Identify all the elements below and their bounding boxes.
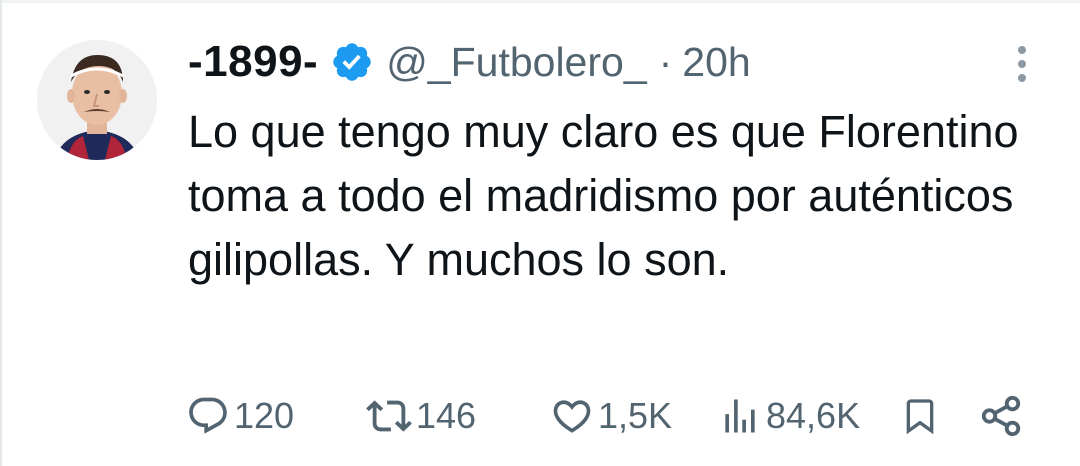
views-button[interactable]: 84,6K xyxy=(718,388,860,444)
separator-dot: · xyxy=(658,38,673,85)
retweet-count: 146 xyxy=(416,395,477,436)
user-handle[interactable]: @_Futbolero_ xyxy=(386,39,646,86)
share-icon xyxy=(981,395,1021,437)
reply-icon xyxy=(189,397,227,434)
tweet-text: Lo que tengo muy claro es que Florentino… xyxy=(188,106,1019,285)
like-count: 1,5K xyxy=(598,395,673,436)
like-button[interactable]: 1,5K xyxy=(550,388,672,444)
reply-count: 120 xyxy=(234,395,295,436)
views-chart-icon xyxy=(725,399,755,433)
bookmark-icon xyxy=(906,399,934,435)
bookmark-button[interactable] xyxy=(900,388,940,444)
action-bar: 120 146 1,5K 84,6K xyxy=(0,388,1080,444)
top-divider xyxy=(0,0,1080,3)
heart-icon xyxy=(553,400,591,433)
retweet-button[interactable]: 146 xyxy=(366,388,476,444)
tweet-header: -1899- @_Futbolero_ · 20h xyxy=(188,32,751,92)
retweet-icon xyxy=(366,400,412,432)
more-vertical-icon[interactable] xyxy=(1008,44,1036,84)
share-button[interactable] xyxy=(978,388,1024,444)
reply-button[interactable]: 120 xyxy=(186,388,294,444)
avatar[interactable] xyxy=(37,40,157,160)
timestamp[interactable]: 20h xyxy=(682,39,750,86)
display-name[interactable]: -1899- xyxy=(188,37,318,87)
views-count: 84,6K xyxy=(766,395,861,436)
verified-badge-icon xyxy=(330,40,374,84)
